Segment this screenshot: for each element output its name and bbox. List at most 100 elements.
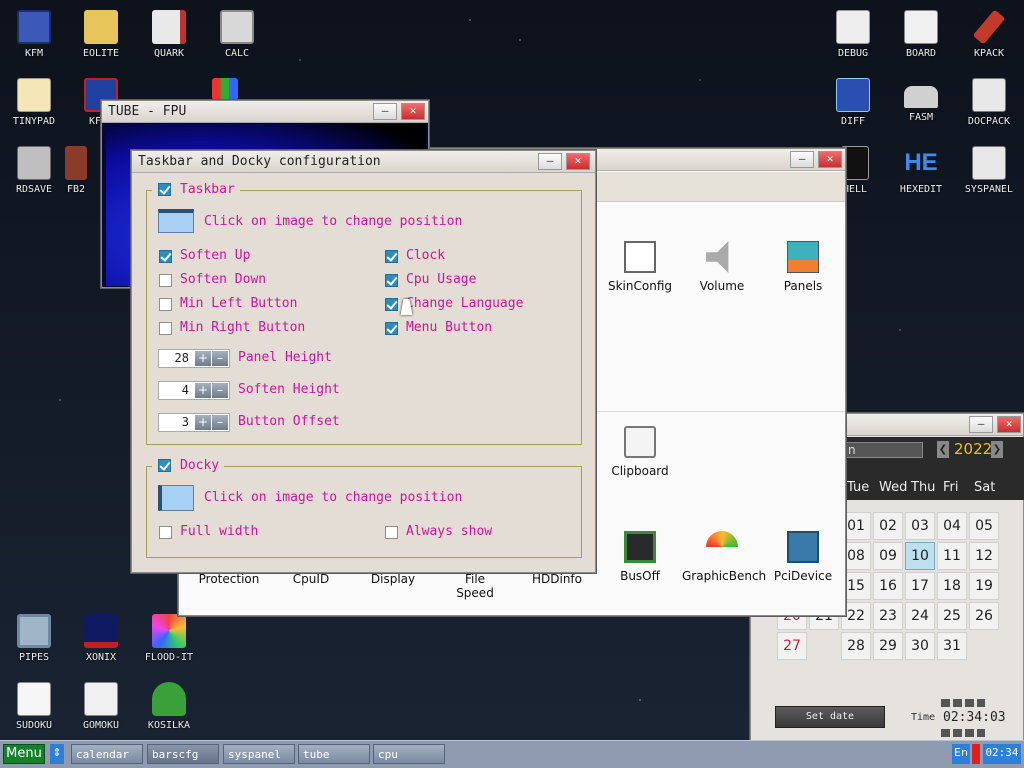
- docky-position-image[interactable]: [158, 485, 194, 511]
- desktop-icon-flood-it[interactable]: FLOOD-IT: [137, 614, 201, 663]
- day-cell[interactable]: 16: [873, 572, 903, 600]
- desktop-icon-eolite[interactable]: EOLITE: [69, 10, 133, 59]
- cpu-usage-checkbox[interactable]: [385, 274, 398, 287]
- desktop-icon-hexedit[interactable]: HE HEXEDIT: [889, 146, 953, 195]
- desktop-icon-kpack[interactable]: KPACK: [957, 9, 1021, 59]
- decrement-button[interactable]: –: [212, 415, 228, 430]
- minimize-button[interactable]: –: [790, 151, 814, 168]
- desktop-icon-xonix[interactable]: XONIX: [69, 614, 133, 663]
- increment-button[interactable]: +: [195, 351, 211, 366]
- day-cell-today[interactable]: 10: [905, 542, 935, 570]
- min-right-checkbox[interactable]: [159, 322, 172, 335]
- panel-height-stepper[interactable]: 28 + –: [158, 349, 230, 368]
- close-button[interactable]: ✕: [566, 153, 590, 170]
- year-next-button[interactable]: ❯: [991, 441, 1003, 458]
- day-cell[interactable]: 02: [873, 512, 903, 540]
- soften-down-checkbox[interactable]: [159, 274, 172, 287]
- task-tube[interactable]: tube: [298, 744, 370, 764]
- close-button[interactable]: ✕: [997, 416, 1021, 433]
- day-cell[interactable]: 05: [969, 512, 999, 540]
- tube-titlebar[interactable]: TUBE - FPU – ✕: [102, 101, 428, 123]
- day-cell[interactable]: 26: [969, 602, 999, 630]
- decrement-button[interactable]: –: [212, 383, 228, 398]
- app-panels[interactable]: Panels: [763, 241, 843, 293]
- task-syspanel[interactable]: syspanel: [223, 744, 295, 764]
- desktop-icon-gomoku[interactable]: GOMOKU: [69, 682, 133, 731]
- clock-checkbox[interactable]: [385, 250, 398, 263]
- close-button[interactable]: ✕: [818, 151, 842, 168]
- time-steppers[interactable]: [941, 699, 985, 707]
- change-language-checkbox[interactable]: [385, 298, 398, 311]
- day-cell[interactable]: 12: [969, 542, 999, 570]
- desktop-icon-diff[interactable]: DIFF: [821, 78, 885, 127]
- desktop-icon-sudoku[interactable]: SUDOKU: [2, 682, 66, 731]
- language-indicator[interactable]: En: [952, 744, 970, 764]
- day-cell[interactable]: 19: [969, 572, 999, 600]
- day-cell[interactable]: 25: [937, 602, 967, 630]
- docky-checkbox[interactable]: [158, 459, 171, 472]
- day-cell[interactable]: 17: [905, 572, 935, 600]
- desktop-icon-calc[interactable]: CALC: [205, 10, 269, 59]
- button-offset-stepper[interactable]: 3 + –: [158, 413, 230, 432]
- app-pcidevice[interactable]: PciDevice: [763, 531, 843, 583]
- app-busoff[interactable]: BusOff: [600, 531, 680, 583]
- app-clipboard[interactable]: Clipboard: [600, 426, 680, 478]
- month-select[interactable]: n: [845, 442, 923, 458]
- day-cell[interactable]: 24: [905, 602, 935, 630]
- desktop-icon-kosilka[interactable]: KOSILKA: [137, 682, 201, 731]
- app-cpuid[interactable]: CpuID: [271, 572, 351, 586]
- app-volume[interactable]: Volume: [682, 241, 762, 293]
- minimize-button[interactable]: –: [373, 103, 397, 120]
- always-show-checkbox[interactable]: [385, 526, 398, 539]
- day-cell[interactable]: 30: [905, 632, 935, 660]
- taskbar-checkbox[interactable]: [158, 183, 171, 196]
- min-left-checkbox[interactable]: [159, 298, 172, 311]
- task-calendar[interactable]: calendar: [71, 744, 143, 764]
- desktop-icon-debug[interactable]: DEBUG: [821, 10, 885, 59]
- app-graphicbench[interactable]: GraphicBench: [682, 531, 766, 583]
- increment-button[interactable]: +: [195, 415, 211, 430]
- time-steppers-bottom[interactable]: [941, 729, 985, 737]
- desktop-icon-tinypad[interactable]: TINYPAD: [2, 78, 66, 127]
- decrement-button[interactable]: –: [212, 351, 228, 366]
- app-file-speed[interactable]: File Speed: [435, 572, 515, 600]
- taskbar-clock[interactable]: 02:34: [983, 744, 1021, 764]
- close-button[interactable]: ✕: [401, 103, 425, 120]
- app-skinconfig[interactable]: SkinConfig: [600, 241, 680, 293]
- day-cell[interactable]: 03: [905, 512, 935, 540]
- taskbar-position-image[interactable]: [158, 209, 194, 233]
- increment-button[interactable]: +: [195, 383, 211, 398]
- arrange-button[interactable]: ⇕: [50, 744, 64, 764]
- app-protection[interactable]: Protection: [189, 572, 269, 586]
- day-cell[interactable]: 28: [841, 632, 871, 660]
- desktop-icon-fb2[interactable]: FB2: [56, 146, 96, 195]
- desktop-icon-syspanel[interactable]: SYSPANEL: [957, 146, 1021, 195]
- year-prev-button[interactable]: ❮: [937, 441, 949, 458]
- desktop-icon-pipes[interactable]: PIPES: [2, 614, 66, 663]
- task-cpu[interactable]: cpu: [373, 744, 445, 764]
- day-cell[interactable]: 04: [937, 512, 967, 540]
- day-cell[interactable]: 31: [937, 632, 967, 660]
- day-cell[interactable]: 23: [873, 602, 903, 630]
- day-cell[interactable]: 18: [937, 572, 967, 600]
- app-display[interactable]: Display: [353, 572, 433, 586]
- day-cell-sunday[interactable]: 27: [777, 632, 807, 660]
- config-titlebar[interactable]: Taskbar and Docky configuration – ✕: [132, 151, 595, 173]
- task-barscfg[interactable]: barscfg: [147, 744, 219, 764]
- menu-button-checkbox[interactable]: [385, 322, 398, 335]
- day-cell[interactable]: 11: [937, 542, 967, 570]
- soften-height-stepper[interactable]: 4 + –: [158, 381, 230, 400]
- day-cell[interactable]: 09: [873, 542, 903, 570]
- minimize-button[interactable]: –: [969, 416, 993, 433]
- day-cell[interactable]: 29: [873, 632, 903, 660]
- menu-button[interactable]: Menu: [3, 744, 45, 764]
- desktop-icon-kfm[interactable]: KFM: [2, 10, 66, 59]
- desktop-icon-fasm[interactable]: FASM: [889, 78, 953, 123]
- desktop-icon-board[interactable]: BOARD: [889, 10, 953, 59]
- set-date-button[interactable]: Set date: [775, 706, 885, 728]
- app-hddinfo[interactable]: HDDinfo: [517, 572, 597, 586]
- minimize-button[interactable]: –: [538, 153, 562, 170]
- desktop-icon-docpack[interactable]: DOCPACK: [957, 78, 1021, 127]
- soften-up-checkbox[interactable]: [159, 250, 172, 263]
- desktop-icon-quark[interactable]: QUARK: [137, 10, 201, 59]
